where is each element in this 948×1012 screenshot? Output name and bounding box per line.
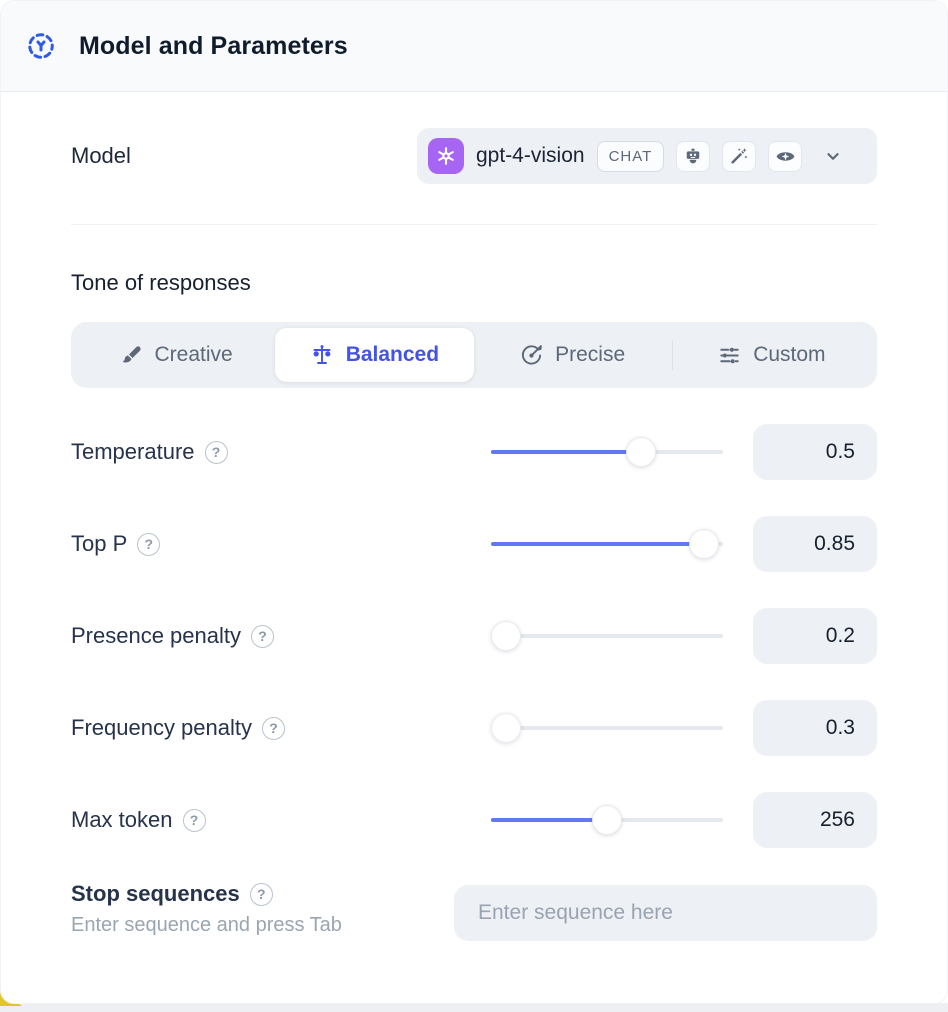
slider-fill bbox=[491, 542, 718, 546]
frequency-penalty-value[interactable]: 0.3 bbox=[753, 700, 877, 756]
vision-eye-icon bbox=[768, 141, 802, 172]
chevron-down-icon[interactable] bbox=[822, 145, 844, 167]
panel-title: Model and Parameters bbox=[79, 32, 348, 61]
slider-thumb[interactable] bbox=[491, 713, 521, 743]
tab-label: Creative bbox=[155, 343, 233, 367]
slider-thumb[interactable] bbox=[592, 805, 622, 835]
selected-model-name: gpt-4-vision bbox=[476, 144, 585, 168]
param-row-max-token: Max token ? 256 bbox=[71, 792, 877, 848]
param-label: Presence penalty bbox=[71, 623, 241, 649]
param-row-frequency-penalty: Frequency penalty ? 0.3 bbox=[71, 700, 877, 756]
max-token-value[interactable]: 256 bbox=[753, 792, 877, 848]
stop-sequence-input[interactable] bbox=[454, 885, 877, 941]
help-icon[interactable]: ? bbox=[183, 809, 206, 832]
slider-fill bbox=[491, 450, 646, 454]
param-label: Top P bbox=[71, 531, 127, 557]
section-divider bbox=[71, 224, 877, 225]
temperature-value[interactable]: 0.5 bbox=[753, 424, 877, 480]
help-icon[interactable]: ? bbox=[137, 533, 160, 556]
tab-label: Precise bbox=[555, 343, 625, 367]
slider-track[interactable] bbox=[491, 726, 723, 730]
help-icon[interactable]: ? bbox=[205, 441, 228, 464]
frequency-penalty-slider[interactable] bbox=[491, 713, 723, 743]
help-icon[interactable]: ? bbox=[250, 883, 273, 906]
param-label: Max token bbox=[71, 807, 173, 833]
max-token-slider[interactable] bbox=[491, 805, 723, 835]
tab-label: Balanced bbox=[346, 343, 439, 367]
tab-label: Custom bbox=[753, 343, 825, 367]
tone-tabs: Creative Balanced bbox=[71, 322, 877, 388]
slider-thumb[interactable] bbox=[689, 529, 719, 559]
model-hub-icon bbox=[25, 30, 57, 62]
help-icon[interactable]: ? bbox=[251, 625, 274, 648]
param-row-temperature: Temperature ? 0.5 bbox=[71, 424, 877, 480]
slider-fill bbox=[491, 818, 607, 822]
top-p-value[interactable]: 0.85 bbox=[753, 516, 877, 572]
model-label: Model bbox=[71, 143, 131, 169]
model-parameters-panel: Model and Parameters Model bbox=[0, 0, 948, 1004]
stop-sequences-hint: Enter sequence and press Tab bbox=[71, 914, 342, 937]
magic-wand-icon bbox=[722, 141, 756, 172]
presence-penalty-value[interactable]: 0.2 bbox=[753, 608, 877, 664]
stop-sequences-row: Stop sequences ? Enter sequence and pres… bbox=[71, 881, 877, 941]
balance-scale-icon bbox=[310, 343, 334, 367]
panel-header: Model and Parameters bbox=[1, 1, 947, 92]
tab-creative[interactable]: Creative bbox=[77, 328, 275, 382]
model-row: Model gpt-4-vi bbox=[71, 128, 877, 184]
brush-icon bbox=[120, 344, 143, 367]
slider-track[interactable] bbox=[491, 634, 723, 638]
target-icon bbox=[520, 344, 543, 367]
tone-heading: Tone of responses bbox=[71, 270, 877, 296]
param-row-presence-penalty: Presence penalty ? 0.2 bbox=[71, 608, 877, 664]
model-select-dropdown[interactable]: gpt-4-vision CHAT bbox=[417, 128, 877, 184]
openai-logo-icon bbox=[428, 138, 464, 174]
slider-thumb[interactable] bbox=[626, 437, 656, 467]
presence-penalty-slider[interactable] bbox=[491, 621, 723, 651]
model-type-badge: CHAT bbox=[597, 141, 665, 172]
tab-precise[interactable]: Precise bbox=[474, 328, 672, 382]
slider-thumb[interactable] bbox=[491, 621, 521, 651]
stop-sequences-label: Stop sequences bbox=[71, 881, 240, 907]
param-row-top-p: Top P ? 0.85 bbox=[71, 516, 877, 572]
sliders-icon bbox=[718, 344, 741, 367]
param-label: Frequency penalty bbox=[71, 715, 252, 741]
temperature-slider[interactable] bbox=[491, 437, 723, 467]
robot-icon bbox=[676, 141, 710, 172]
tab-custom[interactable]: Custom bbox=[673, 328, 871, 382]
top-p-slider[interactable] bbox=[491, 529, 723, 559]
page-background-strip bbox=[0, 1003, 948, 1012]
tab-balanced[interactable]: Balanced bbox=[275, 328, 473, 382]
help-icon[interactable]: ? bbox=[262, 717, 285, 740]
param-label: Temperature bbox=[71, 439, 195, 465]
